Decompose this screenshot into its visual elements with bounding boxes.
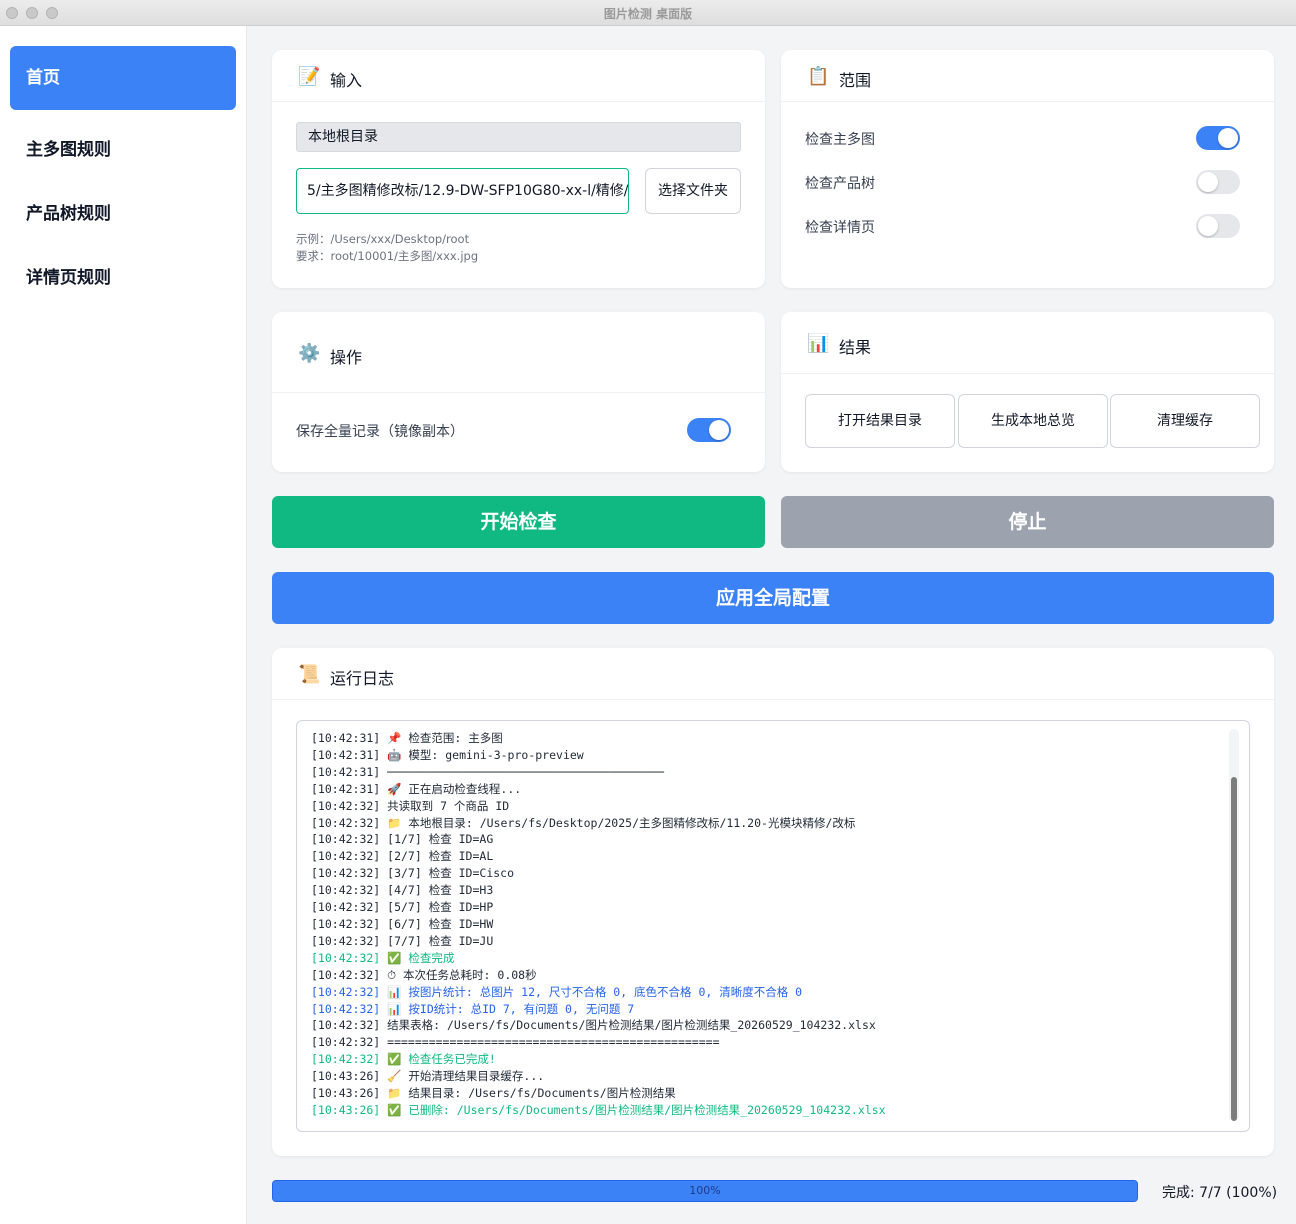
log-line: [10:42:32] [1/7] 检查 ID=AG bbox=[311, 832, 494, 847]
log-line: [10:42:32] ✅ 检查完成 bbox=[311, 950, 455, 965]
gear-icon: ⚙️ bbox=[298, 343, 321, 364]
window-title: 图片检测 桌面版 bbox=[603, 7, 693, 21]
log-line: [10:42:31] 🤖 模型: gemini-3-pro-preview bbox=[311, 747, 584, 762]
bar-chart-icon: 📊 bbox=[807, 333, 830, 354]
sidebar-item-product-tree-rules[interactable]: 产品树规则 bbox=[10, 182, 236, 246]
log-line: [10:42:32] ⏱ 本次任务总耗时: 0.08秒 bbox=[311, 967, 537, 982]
scope-card-title: 范围 bbox=[839, 71, 872, 90]
log-line: [10:42:32] 📁 本地根目录: /Users/fs/Desktop/20… bbox=[311, 815, 856, 830]
input-card-title: 输入 bbox=[330, 71, 363, 90]
stop-button[interactable]: 停止 bbox=[781, 496, 1274, 548]
sidebar-item-detail-page-rules[interactable]: 详情页规则 bbox=[10, 246, 236, 310]
toggle-knob bbox=[709, 420, 729, 440]
check-product-tree-toggle[interactable] bbox=[1196, 170, 1240, 194]
root-path-input[interactable]: 5/主多图精修改标/12.9-DW-SFP10G80-xx-l/精修/ bbox=[296, 168, 629, 214]
log-line: [10:42:32] ✅ 检查任务已完成! bbox=[311, 1052, 496, 1067]
memo-icon: 📝 bbox=[298, 66, 321, 87]
sidebar-item-home[interactable]: 首页 bbox=[10, 46, 236, 110]
log-line: [10:42:31] ─────────────────────────────… bbox=[311, 764, 665, 779]
check-main-images-label: 检查主多图 bbox=[805, 132, 875, 148]
log-line: [10:42:32] [4/7] 检查 ID=H3 bbox=[311, 883, 494, 898]
log-line: [10:42:31] 📌 检查范围: 主多图 bbox=[311, 731, 503, 745]
operation-card: ⚙️ 操作 保存全量记录（镜像副本） bbox=[272, 312, 765, 472]
log-lines: [10:42:31] 📌 检查范围: 主多图 [10:42:31] 🤖 模型: g… bbox=[311, 730, 1211, 1119]
start-check-button[interactable]: 开始检查 bbox=[272, 496, 765, 548]
log-card-header: 📜 运行日志 bbox=[272, 648, 1274, 700]
check-product-tree-label: 检查产品树 bbox=[805, 176, 875, 192]
path-example-hint: 示例：/Users/xxx/Desktop/root bbox=[296, 232, 470, 246]
log-line: [10:42:32] [2/7] 检查 ID=AL bbox=[311, 849, 494, 864]
log-card-title: 运行日志 bbox=[330, 669, 395, 688]
save-all-records-toggle[interactable] bbox=[687, 418, 731, 442]
log-line: [10:42:32] 共读取到 7 个商品 ID bbox=[311, 798, 510, 813]
sidebar-item-main-images-rules[interactable]: 主多图规则 bbox=[10, 118, 236, 182]
log-line: [10:42:32] [6/7] 检查 ID=HW bbox=[311, 916, 494, 931]
progress-status: 完成: 7/7 (100%) bbox=[1162, 1185, 1278, 1201]
path-requirement-hint: 要求：root/10001/主多图/xxx.jpg bbox=[296, 249, 479, 263]
toggle-knob bbox=[1198, 216, 1218, 236]
log-scrollbar-thumb[interactable] bbox=[1231, 777, 1237, 1121]
progress-percent: 100% bbox=[689, 1184, 721, 1197]
log-line: [10:43:26] ✅ 已删除: /Users/fs/Documents/图片… bbox=[311, 1102, 886, 1117]
check-main-images-toggle[interactable] bbox=[1196, 126, 1240, 150]
clear-cache-button[interactable]: 清理缓存 bbox=[1110, 394, 1260, 448]
generate-local-overview-button[interactable]: 生成本地总览 bbox=[958, 394, 1108, 448]
log-line: [10:42:32] [3/7] 检查 ID=Cisco bbox=[311, 866, 515, 881]
log-line: [10:42:32] 结果表格: /Users/fs/Documents/图片检… bbox=[311, 1018, 876, 1033]
log-line: [10:42:32] 📊 按ID统计: 总ID 7, 有问题 0, 无问题 7 bbox=[311, 1001, 635, 1016]
sidebar: 首页 主多图规则 产品树规则 详情页规则 bbox=[0, 26, 247, 1224]
root-dir-label: 本地根目录 bbox=[296, 122, 741, 152]
input-card-header: 📝 输入 bbox=[272, 50, 765, 102]
log-line: [10:42:32] =============================… bbox=[311, 1035, 720, 1050]
window-titlebar: 图片检测 桌面版 bbox=[0, 0, 1296, 26]
check-detail-page-label: 检查详情页 bbox=[805, 220, 875, 236]
log-line: [10:42:32] [5/7] 检查 ID=HP bbox=[311, 900, 494, 915]
input-card: 📝 输入 本地根目录 5/主多图精修改标/12.9-DW-SFP10G80-xx… bbox=[272, 50, 765, 288]
scroll-icon: 📜 bbox=[298, 664, 321, 685]
log-line: [10:42:32] [7/7] 检查 ID=JU bbox=[311, 933, 494, 948]
result-card-header: 📊 结果 bbox=[781, 312, 1274, 374]
scope-card-header: 📋 范围 bbox=[781, 50, 1274, 102]
result-card-title: 结果 bbox=[839, 338, 872, 357]
log-output[interactable]: [10:42:31] 📌 检查范围: 主多图 [10:42:31] 🤖 模型: g… bbox=[296, 720, 1250, 1132]
check-detail-page-toggle[interactable] bbox=[1196, 214, 1240, 238]
log-scrollbar[interactable] bbox=[1229, 729, 1239, 1121]
save-all-records-label: 保存全量记录（镜像副本） bbox=[296, 424, 464, 440]
clipboard-icon: 📋 bbox=[807, 66, 830, 87]
log-line: [10:42:31] 🚀 正在启动检查线程... bbox=[311, 781, 522, 796]
scope-card: 📋 范围 检查主多图 检查产品树 检查详情页 bbox=[781, 50, 1274, 288]
result-card: 📊 结果 打开结果目录 生成本地总览 清理缓存 bbox=[781, 312, 1274, 472]
log-line: [10:43:26] 🧹 开始清理结果目录缓存... bbox=[311, 1069, 545, 1084]
operation-card-header: ⚙️ 操作 bbox=[272, 312, 765, 393]
log-line: [10:42:32] 📊 按图片统计: 总图片 12, 尺寸不合格 0, 底色不… bbox=[311, 984, 803, 999]
choose-folder-button[interactable]: 选择文件夹 bbox=[645, 168, 741, 214]
log-card: 📜 运行日志 [10:42:31] 📌 检查范围: 主多图 [10:42:31] … bbox=[272, 648, 1274, 1156]
progress-bar: 100% bbox=[272, 1180, 1138, 1202]
apply-global-config-button[interactable]: 应用全局配置 bbox=[272, 572, 1274, 624]
log-line: [10:43:26] 📁 结果目录: /Users/fs/Documents/图… bbox=[311, 1086, 676, 1101]
operation-card-title: 操作 bbox=[330, 348, 363, 367]
toggle-knob bbox=[1198, 172, 1218, 192]
toggle-knob bbox=[1218, 128, 1238, 148]
open-results-dir-button[interactable]: 打开结果目录 bbox=[805, 394, 955, 448]
